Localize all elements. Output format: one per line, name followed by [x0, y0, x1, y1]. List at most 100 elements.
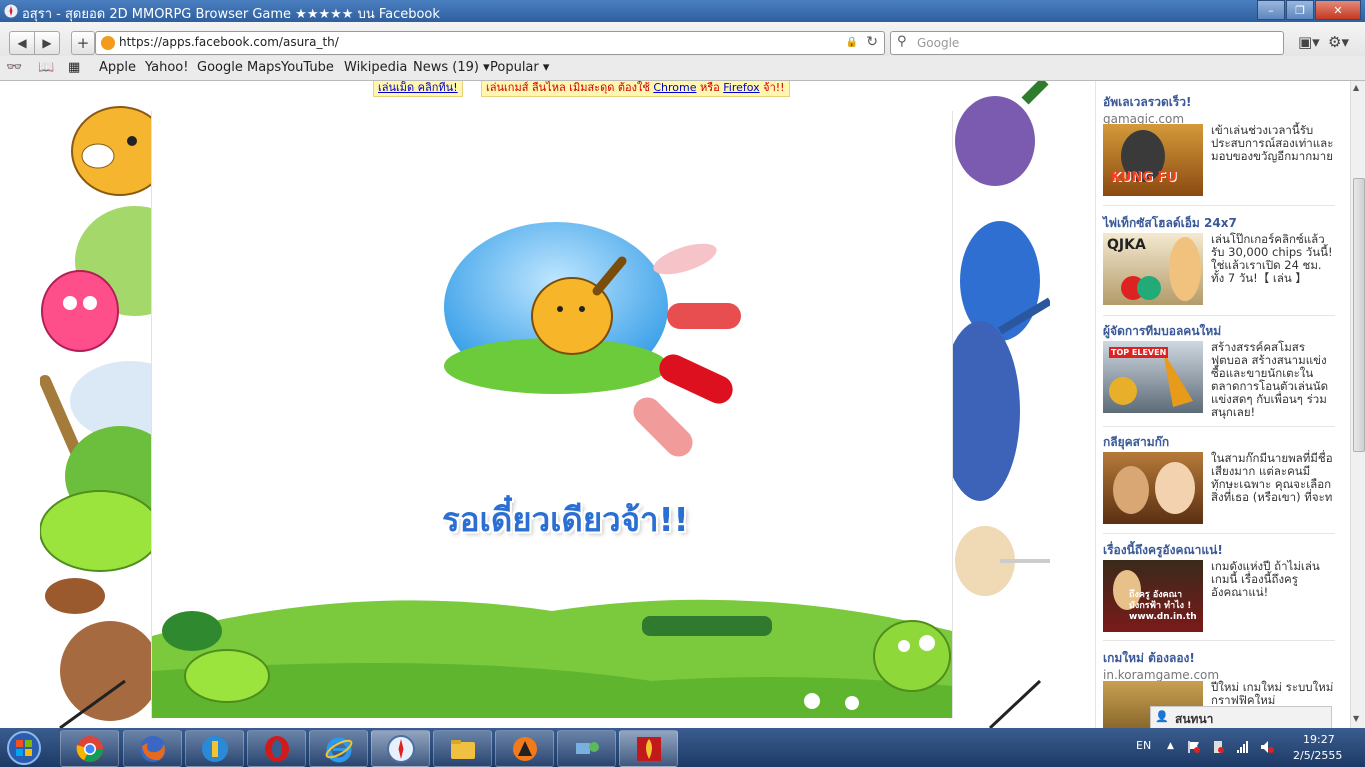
- taskbar-chrome[interactable]: [60, 730, 119, 767]
- avast-icon: [512, 736, 537, 761]
- taskbar-safari[interactable]: [371, 730, 430, 767]
- start-orb-icon[interactable]: [4, 730, 44, 765]
- ad-text: เกมดังแห่งปี ถ้าไม่เล่นเกมนี้ เรื่องนี้ถ…: [1211, 559, 1320, 599]
- ad-title[interactable]: ไพ่เท็กซัสโฮลด์เอ็ม 24x7: [1103, 214, 1335, 233]
- chevron-down-icon: ▾: [483, 60, 490, 75]
- bookmark-news[interactable]: News (19) ▾: [413, 60, 490, 75]
- ad-image[interactable]: ถึงครู อังคณา มังกรฟ้า ทำไง ! www.dn.in.…: [1103, 560, 1203, 632]
- search-field[interactable]: ⚲ Google: [890, 31, 1284, 55]
- bookmark-youtube[interactable]: YouTube: [281, 60, 334, 75]
- volume-muted-icon[interactable]: [1260, 740, 1274, 754]
- page-scrollbar[interactable]: ▲ ▼: [1350, 81, 1365, 728]
- clock-time[interactable]: 19:27: [1303, 733, 1335, 746]
- ad-text: เล่นโป๊กเกอร์คลิกซ์แล้วรับ 30,000 chips …: [1211, 232, 1333, 285]
- bookmark-yahoo[interactable]: Yahoo!: [145, 60, 188, 75]
- three-kingdoms-art: [1113, 462, 1195, 514]
- ad-item[interactable]: ไพ่เท็กซัสโฮลด์เอ็ม 24x7 QJKA เล่นโป๊กเก…: [1103, 214, 1335, 309]
- taskbar-network-app[interactable]: [557, 730, 616, 767]
- ad-image-caption: ถึงครู อังคณา มังกรฟ้า ทำไง ! www.dn.in.…: [1129, 590, 1197, 622]
- ad-title[interactable]: อัพเลเวลรวดเร็ว!: [1103, 93, 1335, 112]
- ad-image-caption: KUNG FU: [1111, 170, 1177, 185]
- taskbar-file-explorer[interactable]: [433, 730, 492, 767]
- chat-bar[interactable]: 👤 สนทนา: [1150, 706, 1332, 730]
- scroll-down-arrow[interactable]: ▼: [1353, 714, 1359, 723]
- ad-item[interactable]: กลียุคสามก๊ก ในสามก๊กมีนายพลที่มีชื่อเสี…: [1103, 433, 1335, 533]
- device-icon[interactable]: [1211, 740, 1225, 754]
- notice-or: หรือ: [699, 81, 720, 94]
- loading-message: รอเดี๋ยวเดียวจ้า!!: [442, 500, 689, 539]
- ad-item[interactable]: ผู้จัดการทีมบอลคนใหม่ TOP ELEVEN สร้างสร…: [1103, 322, 1335, 422]
- bookmarks-book-icon[interactable]: 📖: [38, 60, 54, 75]
- address-bar[interactable]: https://apps.facebook.com/asura_th/ 🔒 ↻: [95, 31, 885, 55]
- ads-sidebar: อัพเลเวลรวดเร็ว! gamagic.com KUNG FU เข้…: [1095, 81, 1339, 728]
- firefox-link[interactable]: Firefox: [723, 81, 759, 94]
- reload-icon[interactable]: ↻: [866, 34, 878, 50]
- news-label: News (19): [413, 60, 479, 75]
- site-favicon-icon: [101, 36, 115, 50]
- bookmarks-bar: 👓 📖 ▦ Apple Yahoo! Google Maps YouTube W…: [0, 56, 1365, 81]
- ad-title[interactable]: ผู้จัดการทีมบอลคนใหม่: [1103, 322, 1335, 341]
- ad-image[interactable]: QJKA: [1103, 233, 1203, 305]
- search-icon: ⚲: [897, 34, 907, 49]
- ad-item[interactable]: เรื่องนี้ถึงครูอังคณาแน่! ถึงครู อังคณา …: [1103, 541, 1335, 641]
- ad-divider: [1103, 205, 1335, 206]
- reading-list-icon[interactable]: 👓: [6, 60, 22, 75]
- scroll-thumb[interactable]: [1353, 178, 1365, 452]
- back-button[interactable]: ◀: [9, 31, 35, 55]
- minimize-button[interactable]: –: [1257, 0, 1285, 20]
- clock-date[interactable]: 2/5/2555: [1293, 749, 1342, 762]
- close-button[interactable]: ✕: [1315, 0, 1361, 20]
- scroll-up-arrow[interactable]: ▲: [1353, 83, 1359, 92]
- page-menu-icon[interactable]: ▣▾: [1298, 33, 1320, 51]
- url-text[interactable]: https://apps.facebook.com/asura_th/: [119, 35, 339, 49]
- taskbar-opera[interactable]: [247, 730, 306, 767]
- notice-suffix: จ้า!!: [763, 81, 785, 94]
- ad-title[interactable]: เกมใหม่ ต้องลอง!: [1103, 649, 1335, 668]
- bookmark-wikipedia[interactable]: Wikipedia: [344, 60, 407, 75]
- language-indicator[interactable]: EN: [1136, 739, 1151, 752]
- lock-icon: 🔒: [845, 37, 858, 48]
- taskbar-blue-app[interactable]: [185, 730, 244, 767]
- ad-image[interactable]: KUNG FU: [1103, 124, 1203, 196]
- action-center-flag-icon[interactable]: [1187, 740, 1201, 754]
- chat-label: สนทนา: [1175, 712, 1214, 726]
- opera-icon: [264, 735, 289, 762]
- network-signal-icon[interactable]: [1236, 740, 1250, 754]
- ad-image[interactable]: [1103, 452, 1203, 524]
- bookmark-apple[interactable]: Apple: [99, 60, 136, 75]
- page-content: เล่นเม็ด คลิกทีน! เล่นเกมส์ ลื่นไหล เมิ่…: [0, 81, 1350, 728]
- loading-illustration: [152, 222, 952, 718]
- maximize-button[interactable]: ❐: [1286, 0, 1314, 20]
- ad-image[interactable]: TOP ELEVEN: [1103, 341, 1203, 413]
- blue-app-icon: [201, 735, 228, 762]
- taskbar-firefox[interactable]: [123, 730, 182, 767]
- forward-button[interactable]: ▶: [34, 31, 60, 55]
- firefox-icon: [139, 735, 166, 762]
- notice-browser-requirement: เล่นเกมส์ ลื่นไหล เมิ่มสะดุด ต้องใช้ Chr…: [481, 81, 790, 97]
- taskbar-avast[interactable]: [495, 730, 554, 767]
- chrome-link[interactable]: Chrome: [653, 81, 696, 94]
- tray-expand-icon[interactable]: ▲: [1167, 741, 1174, 751]
- top-sites-grid-icon[interactable]: ▦: [68, 60, 80, 75]
- windows-taskbar: EN ▲ 19:27 2/5/2555: [0, 728, 1365, 767]
- ad-item[interactable]: อัพเลเวลรวดเร็ว! gamagic.com KUNG FU เข้…: [1103, 93, 1335, 203]
- chat-user-icon: 👤: [1155, 710, 1169, 723]
- new-tab-button[interactable]: +: [71, 31, 95, 55]
- taskbar-asura-game[interactable]: [619, 730, 678, 767]
- taskbar-internet-explorer[interactable]: [309, 730, 368, 767]
- safari-icon: [386, 734, 415, 763]
- notice-left-link[interactable]: เล่นเม็ด คลิกทีน!: [373, 81, 463, 97]
- ad-text: ปีใหม่ เกมใหม่ ระบบใหม่ กราฟฟิคใหม่: [1211, 680, 1334, 707]
- ad-image-caption: QJKA: [1107, 237, 1146, 253]
- chevron-down-icon: ▾: [542, 60, 550, 75]
- ad-title[interactable]: เรื่องนี้ถึงครูอังคณาแน่!: [1103, 541, 1335, 560]
- popular-label: Popular: [490, 60, 539, 75]
- settings-menu-icon[interactable]: ⚙▾: [1328, 33, 1349, 51]
- ad-title[interactable]: กลียุคสามก๊ก: [1103, 433, 1335, 452]
- chrome-icon: [76, 735, 103, 762]
- network-app-icon: [575, 741, 599, 754]
- bookmark-popular[interactable]: Popular ▾: [490, 60, 549, 75]
- window-title: อสุรา - สุดยอด 2D MMORPG Browser Game ★★…: [22, 7, 440, 22]
- bookmark-google-maps[interactable]: Google Maps: [197, 60, 281, 75]
- ad-divider: [1103, 640, 1335, 641]
